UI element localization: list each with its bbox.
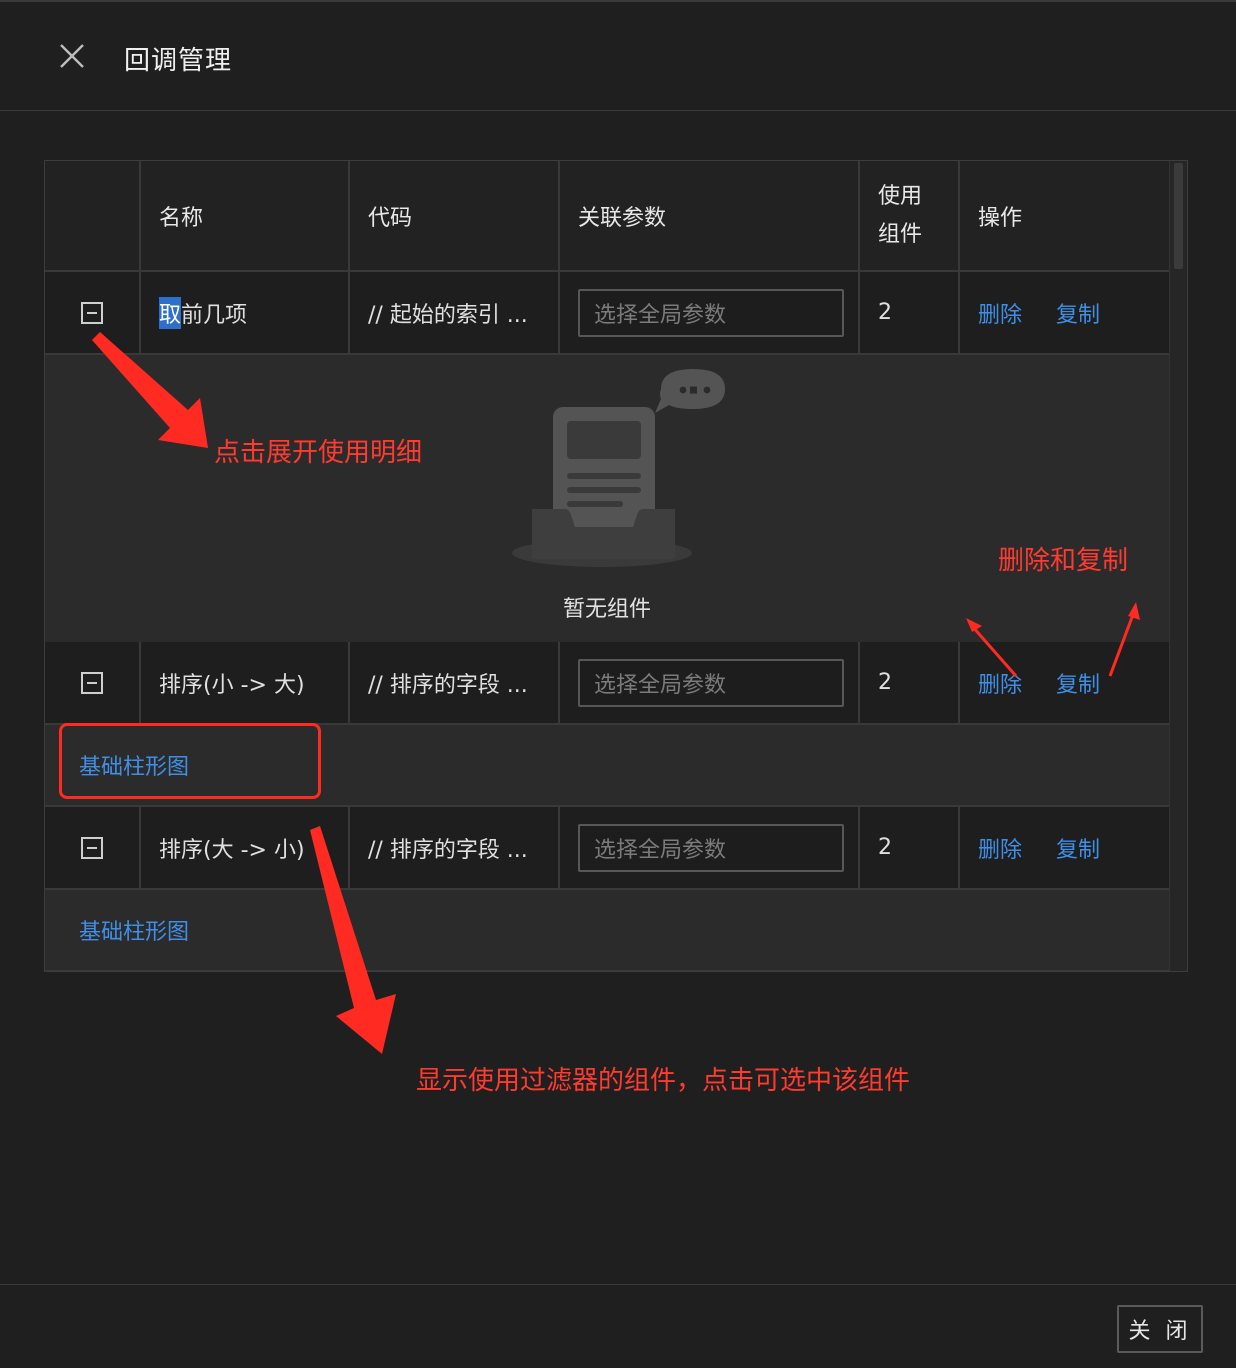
annotation-component: 显示使用过滤器的组件，点击可选中该组件 — [416, 1066, 911, 1096]
component-link[interactable]: 基础柱形图 — [79, 890, 189, 970]
scrollbar-thumb[interactable] — [1174, 163, 1183, 269]
delete-link[interactable]: 删除 — [978, 667, 1022, 699]
table-row: 排序(小 -> 大) // 排序的字段 ... 选择全局参数 2 删除 复制 — [45, 642, 1169, 725]
annotation-highlight-box — [59, 723, 321, 799]
usage-count: 2 — [860, 272, 960, 353]
close-icon[interactable] — [56, 40, 88, 72]
name-text: 前几项 — [181, 302, 248, 328]
actions-cell: 删除 复制 — [960, 642, 1169, 723]
table-header: 名称 代码 关联参数 使用 组件 操作 — [45, 161, 1169, 272]
params-cell: 选择全局参数 — [560, 642, 860, 723]
empty-text: 暂无组件 — [562, 597, 651, 622]
params-cell: 选择全局参数 — [560, 807, 860, 888]
expand-cell — [45, 807, 141, 888]
dialog-footer — [0, 1284, 1236, 1368]
actions-cell: 删除 复制 — [960, 807, 1169, 888]
header-actions: 操作 — [978, 205, 1023, 231]
params-cell: 选择全局参数 — [560, 272, 860, 353]
table-row: 取前几项 // 起始的索引 ... 选择全局参数 2 删除 复制 — [45, 272, 1169, 355]
actions-cell: 删除 复制 — [960, 272, 1169, 353]
copy-link[interactable]: 复制 — [1056, 832, 1100, 864]
dialog-title: 回调管理 — [124, 46, 233, 76]
global-param-select[interactable]: 选择全局参数 — [578, 288, 844, 337]
code-cell[interactable]: // 起始的索引 ... — [350, 272, 560, 353]
name-cell: 排序(小 -> 大) — [141, 642, 350, 723]
code-cell[interactable]: // 排序的字段 ... — [350, 807, 560, 888]
header-code: 代码 — [350, 161, 560, 270]
expanded-detail: 暂无组件 — [45, 355, 1169, 645]
global-param-select[interactable]: 选择全局参数 — [578, 658, 844, 707]
close-button[interactable]: 关 闭 — [1117, 1305, 1203, 1353]
collapse-icon[interactable] — [81, 301, 103, 324]
expand-cell — [45, 272, 141, 353]
code-cell[interactable]: // 排序的字段 ... — [350, 642, 560, 723]
dialog-header: 回调管理 — [0, 2, 1236, 111]
header-usage: 使用 组件 — [860, 161, 960, 270]
expanded-detail: 基础柱形图 — [45, 890, 1169, 971]
copy-link[interactable]: 复制 — [1056, 297, 1100, 329]
delete-link[interactable]: 删除 — [978, 297, 1022, 329]
annotation-delete-copy: 删除和复制 — [998, 546, 1129, 576]
usage-count: 2 — [860, 642, 960, 723]
name-cell: 排序(大 -> 小) — [141, 807, 350, 888]
table-row: 排序(大 -> 小) // 排序的字段 ... 选择全局参数 2 删除 复制 — [45, 807, 1169, 890]
copy-link[interactable]: 复制 — [1056, 667, 1100, 699]
header-name: 名称 — [141, 161, 350, 270]
expand-cell — [45, 642, 141, 723]
header-usage-line1: 使用 — [878, 183, 923, 209]
header-usage-line2: 组件 — [878, 221, 923, 247]
header-params: 关联参数 — [560, 161, 860, 270]
delete-link[interactable]: 删除 — [978, 832, 1022, 864]
name-cell: 取前几项 — [141, 272, 350, 353]
empty-illustration-icon — [505, 369, 735, 573]
selected-text: 取 — [159, 296, 182, 329]
vertical-scrollbar[interactable] — [1169, 161, 1187, 971]
header-expand — [45, 161, 141, 270]
usage-count: 2 — [860, 807, 960, 888]
collapse-icon[interactable] — [81, 836, 103, 859]
collapse-icon[interactable] — [81, 671, 103, 694]
global-param-select[interactable]: 选择全局参数 — [578, 823, 844, 872]
annotation-expand: 点击展开使用明细 — [214, 438, 423, 468]
